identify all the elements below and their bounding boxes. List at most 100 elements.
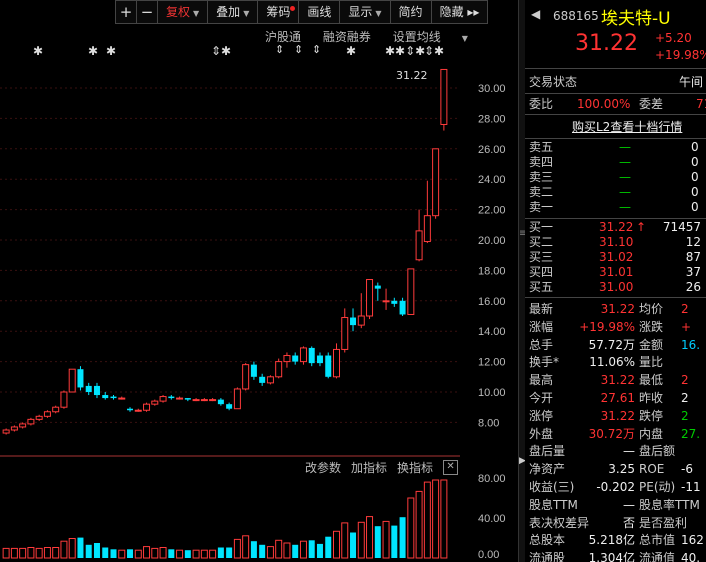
volume-bar[interactable] — [266, 546, 274, 559]
volume-bar[interactable] — [93, 543, 100, 558]
volume-bar[interactable] — [151, 547, 159, 559]
volume-bar[interactable] — [192, 549, 200, 559]
candle[interactable] — [391, 300, 398, 304]
volume-bar[interactable] — [27, 547, 35, 559]
candle[interactable] — [168, 396, 175, 399]
candle[interactable] — [399, 300, 406, 315]
volume-bar[interactable] — [292, 544, 299, 558]
candle[interactable] — [110, 396, 117, 399]
volume-bar[interactable] — [341, 522, 349, 559]
candle[interactable] — [60, 391, 68, 408]
event-marker-icon[interactable]: ⇕✱ — [424, 44, 444, 58]
double-chevron-right-icon[interactable]: ▸▸ — [467, 5, 479, 19]
candle[interactable] — [357, 315, 365, 326]
fuquan-button[interactable]: 复权 ▼ — [158, 0, 209, 24]
kline-chart-panel[interactable]: 30.00 28.00 26.00 24.00 22.00 20.00 18.00 16.00… — [0, 0, 518, 562]
candle[interactable] — [10, 426, 18, 431]
volume-bar[interactable] — [159, 547, 167, 559]
candle[interactable] — [209, 399, 217, 402]
candle[interactable] — [143, 403, 151, 411]
add-indicator-button[interactable]: 加指标 — [351, 459, 387, 476]
event-marker-icon[interactable]: ✱ — [106, 44, 116, 58]
volume-bar[interactable] — [60, 540, 68, 559]
subtab-rzrq[interactable]: 融资融券 — [323, 30, 371, 44]
candle[interactable] — [127, 408, 134, 411]
candle[interactable] — [407, 268, 415, 315]
candle[interactable] — [233, 388, 241, 410]
volume-bar[interactable] — [250, 541, 257, 558]
volume-bar[interactable] — [19, 547, 27, 559]
volume-bar[interactable] — [110, 549, 117, 558]
volume-bar[interactable] — [10, 547, 18, 559]
candle[interactable] — [259, 376, 266, 383]
candle[interactable] — [52, 406, 60, 413]
l2-upgrade-link[interactable]: 购买L2查看十档行情 — [572, 118, 682, 135]
diejia-button[interactable]: 叠加 ▼ — [208, 0, 259, 24]
candle[interactable] — [93, 385, 100, 396]
huaxian-button[interactable]: 画线 — [299, 0, 341, 24]
volume-bar[interactable] — [399, 517, 406, 558]
candle[interactable] — [176, 397, 184, 400]
candle[interactable] — [250, 364, 257, 377]
volume-bar[interactable] — [382, 520, 390, 559]
candle[interactable] — [325, 355, 332, 377]
event-marker-icon[interactable]: ✱✱⇕✱ — [385, 44, 425, 58]
volume-bar[interactable] — [217, 547, 224, 559]
candle[interactable] — [184, 398, 191, 400]
candle[interactable] — [151, 400, 159, 405]
candle[interactable] — [333, 348, 340, 378]
volume-bar[interactable] — [2, 547, 10, 559]
candle[interactable] — [43, 411, 51, 417]
volume-bar[interactable] — [407, 497, 415, 559]
candle[interactable] — [217, 399, 224, 405]
candle[interactable] — [192, 399, 200, 402]
candle[interactable] — [226, 404, 233, 409]
volume-bar[interactable] — [127, 549, 134, 558]
volume-bar[interactable] — [357, 521, 365, 559]
xianshi-button[interactable]: 显示 ▼ — [340, 0, 391, 24]
bid-row[interactable]: 买一 31.22 ↑ 71457 — [529, 220, 701, 235]
volume-bar[interactable] — [283, 542, 291, 559]
volume-bar[interactable] — [325, 536, 332, 558]
candle[interactable] — [2, 429, 10, 434]
bid-row[interactable]: 买二 31.10 12 — [529, 235, 701, 250]
candle[interactable] — [440, 68, 448, 125]
bid-row[interactable]: 买四 31.01 37 — [529, 265, 701, 280]
ask-row[interactable]: 卖五 — 0 — [529, 140, 699, 155]
candle[interactable] — [308, 347, 315, 364]
candle[interactable] — [77, 369, 84, 388]
ask-row[interactable]: 卖二 — 0 — [529, 185, 699, 200]
volume-bar[interactable] — [184, 550, 191, 558]
volume-bar[interactable] — [415, 490, 423, 559]
bid-row[interactable]: 买五 31.00 26 — [529, 280, 701, 295]
volume-bar[interactable] — [275, 539, 283, 559]
volume-bar[interactable] — [233, 538, 241, 559]
volume-bar[interactable] — [77, 537, 84, 558]
volume-bar[interactable] — [242, 535, 250, 559]
yincang-button[interactable]: 隐藏 ▸▸ — [431, 0, 489, 24]
volume-bar[interactable] — [299, 540, 307, 559]
volume-bar[interactable] — [333, 530, 340, 559]
candle[interactable] — [382, 300, 390, 303]
candle[interactable] — [159, 396, 167, 402]
subtab-ma-settings[interactable]: 设置均线 ▼ — [393, 30, 486, 44]
zoom-out-button[interactable]: − — [137, 0, 158, 24]
candle[interactable] — [292, 355, 299, 362]
candle[interactable] — [266, 376, 274, 384]
candle[interactable] — [316, 355, 323, 364]
event-marker-icon[interactable]: ✱ — [88, 44, 98, 58]
candle[interactable] — [275, 361, 283, 378]
stock-name[interactable]: 埃夫特-U — [601, 4, 671, 29]
event-marker-icon[interactable]: ✱ — [33, 44, 43, 58]
volume-bar[interactable] — [168, 549, 175, 558]
back-arrow-icon[interactable]: ◀ — [531, 7, 540, 21]
volume-bar[interactable] — [350, 532, 357, 559]
volume-bar[interactable] — [440, 479, 448, 559]
subtab-hgt[interactable]: 沪股通 — [265, 30, 301, 44]
candle[interactable] — [366, 279, 374, 317]
volume-bar[interactable] — [143, 546, 151, 559]
volume-bar[interactable] — [102, 547, 109, 559]
event-marker-icon[interactable]: ✱ — [346, 44, 356, 58]
candle[interactable] — [35, 415, 43, 420]
candle[interactable] — [27, 418, 35, 425]
